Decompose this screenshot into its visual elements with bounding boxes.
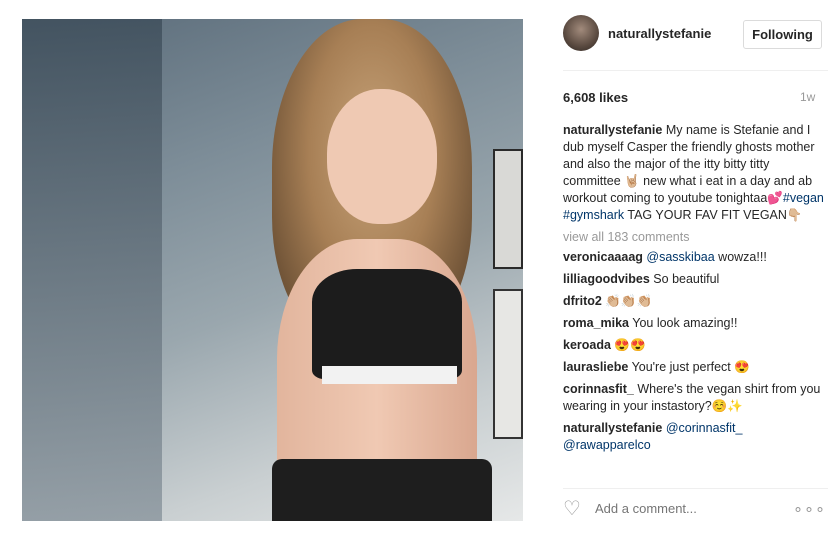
comment-mention[interactable]: @rawapparelco bbox=[563, 438, 651, 452]
comment-author[interactable]: laurasliebe bbox=[563, 360, 628, 374]
comment-action-bar: ♡ ∘∘∘ bbox=[563, 497, 828, 521]
comment-item: corinnasfit_ Where's the vegan shirt fro… bbox=[563, 381, 825, 415]
more-options-icon[interactable]: ∘∘∘ bbox=[793, 499, 826, 519]
post-photo[interactable] bbox=[22, 19, 523, 521]
add-comment-input[interactable] bbox=[595, 501, 775, 516]
post-time[interactable]: 1w bbox=[800, 90, 815, 104]
following-button[interactable]: Following bbox=[743, 20, 822, 49]
comment-item: dfrito2 👏🏼👏🏼👏🏼 bbox=[563, 293, 825, 310]
photo-wall-frame bbox=[493, 149, 523, 269]
comment-mention[interactable]: @sasskibaa bbox=[646, 250, 714, 264]
comment-item: lilliagoodvibes So beautiful bbox=[563, 271, 825, 288]
comment-author[interactable]: dfrito2 bbox=[563, 294, 602, 308]
comment-item: veronicaaaag @sasskibaa wowza!!! bbox=[563, 249, 825, 266]
comment-author[interactable]: keroada bbox=[563, 338, 611, 352]
avatar[interactable] bbox=[563, 15, 599, 51]
post-username[interactable]: naturallystefanie bbox=[608, 26, 711, 41]
comment-item: laurasliebe You're just perfect 😍 bbox=[563, 359, 825, 376]
caption-text: TAG YOUR FAV FIT VEGAN👇🏼 bbox=[624, 208, 803, 222]
view-all-comments-link[interactable]: view all 183 comments bbox=[563, 229, 825, 246]
caption-author[interactable]: naturallystefanie bbox=[563, 123, 662, 137]
comment-author[interactable]: lilliagoodvibes bbox=[563, 272, 650, 286]
photo-subject-face bbox=[327, 89, 437, 224]
comment-author[interactable]: veronicaaaag bbox=[563, 250, 643, 264]
comment-text: So beautiful bbox=[649, 272, 720, 286]
photo-background bbox=[22, 19, 162, 521]
comment-author[interactable]: naturallystefanie bbox=[563, 421, 662, 435]
comment-item: keroada 😍😍 bbox=[563, 337, 825, 354]
comment-text: You look amazing!! bbox=[629, 316, 738, 330]
photo-subject-shorts bbox=[272, 459, 492, 521]
photo-wall-frame bbox=[493, 289, 523, 439]
comment-author[interactable]: roma_mika bbox=[563, 316, 629, 330]
hashtag-link[interactable]: #vegan bbox=[783, 191, 824, 205]
likes-count[interactable]: 6,608 likes bbox=[563, 90, 628, 105]
comment-text: wowza!!! bbox=[714, 250, 767, 264]
comment-item: naturallystefanie @corinnasfit_ @rawappar… bbox=[563, 420, 825, 454]
photo-subject-top bbox=[312, 269, 462, 379]
comment-item: roma_mika You look amazing!! bbox=[563, 315, 825, 332]
comments-divider bbox=[563, 488, 828, 489]
comment-mention[interactable]: @corinnasfit_ bbox=[666, 421, 743, 435]
comments-section: naturallystefanie My name is Stefanie an… bbox=[563, 122, 825, 459]
heart-outline-icon[interactable]: ♡ bbox=[563, 499, 585, 519]
comment-author[interactable]: corinnasfit_ bbox=[563, 382, 634, 396]
comment-text: You're just perfect 😍 bbox=[628, 360, 750, 374]
caption: naturallystefanie My name is Stefanie an… bbox=[563, 122, 825, 224]
header-divider bbox=[563, 70, 828, 71]
post-header: naturallystefanie Following bbox=[563, 15, 828, 55]
photo-subject-band bbox=[322, 364, 457, 384]
comment-text: 😍😍 bbox=[610, 338, 646, 352]
comment-text: 👏🏼👏🏼👏🏼 bbox=[601, 294, 653, 308]
hashtag-link[interactable]: #gymshark bbox=[563, 208, 624, 222]
